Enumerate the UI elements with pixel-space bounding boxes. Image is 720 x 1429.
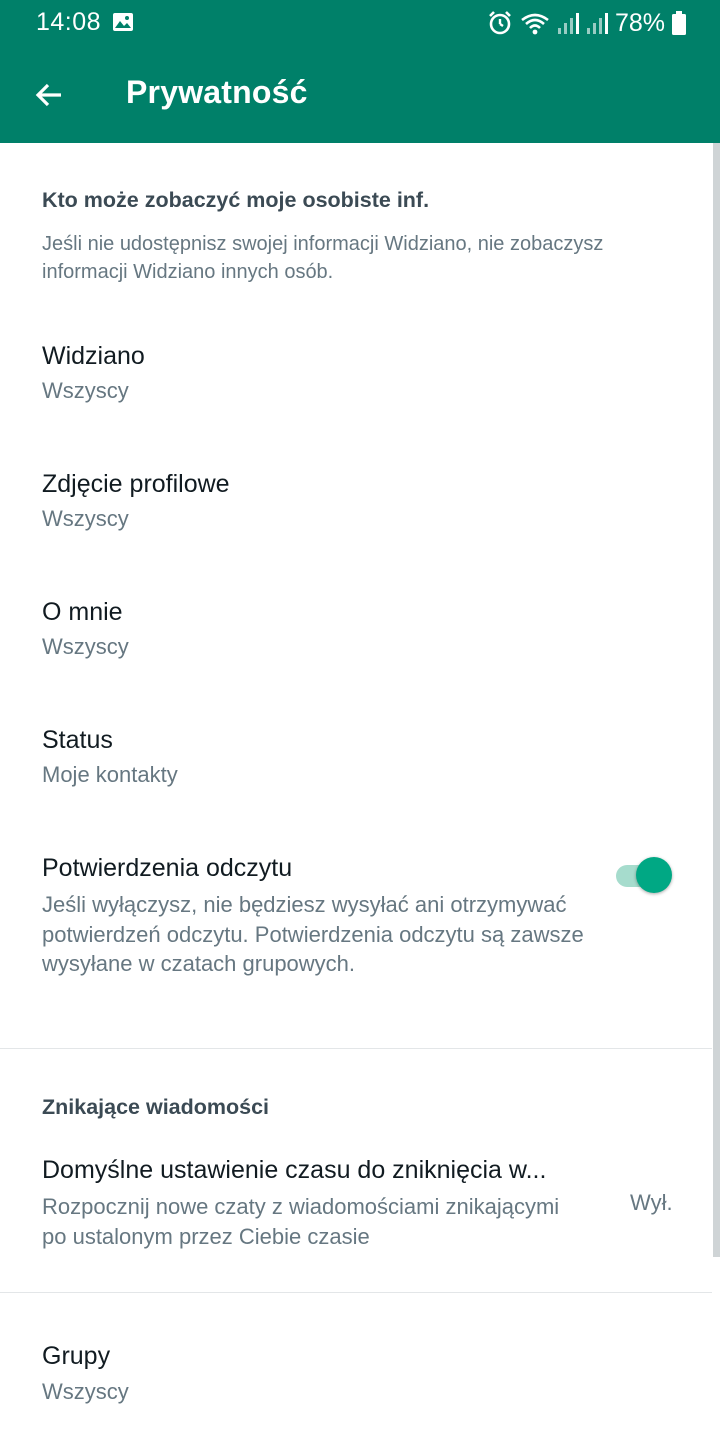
battery-percent: 78% bbox=[614, 8, 665, 37]
setting-title: Zdjęcie profilowe bbox=[42, 470, 230, 498]
setting-value: Wszyscy bbox=[42, 506, 129, 531]
back-button[interactable] bbox=[22, 68, 76, 122]
page-title: Prywatność bbox=[126, 74, 308, 110]
setting-status[interactable]: Status Moje kontakty bbox=[0, 704, 712, 814]
setting-value: Wszyscy bbox=[42, 378, 129, 403]
signal-icon bbox=[586, 13, 608, 34]
setting-description: Rozpocznij nowe czaty z wiadomościami zn… bbox=[42, 1194, 560, 1249]
setting-value: Moje kontakty bbox=[42, 762, 178, 787]
setting-profile-photo[interactable]: Zdjęcie profilowe Wszyscy bbox=[0, 448, 712, 558]
toggle-thumb bbox=[636, 857, 672, 893]
setting-title: Status bbox=[42, 726, 113, 754]
arrow-left-icon bbox=[35, 83, 61, 107]
setting-about[interactable]: O mnie Wszyscy bbox=[0, 576, 712, 686]
status-time: 14:08 bbox=[36, 8, 102, 36]
setting-title: Potwierdzenia odczytu bbox=[42, 854, 293, 882]
setting-description: Jeśli wyłączysz, nie będziesz wysyłać an… bbox=[42, 892, 584, 976]
setting-value: Wszyscy bbox=[42, 634, 129, 659]
divider bbox=[0, 1048, 712, 1049]
status-icons: 78% bbox=[487, 8, 686, 38]
app-bar: Prywatność bbox=[0, 46, 720, 143]
default-timer-value: Wył. bbox=[630, 1190, 673, 1215]
setting-groups[interactable]: Grupy Wszyscy bbox=[0, 1322, 712, 1422]
setting-value: Wszyscy bbox=[42, 1379, 129, 1404]
setting-read-receipts[interactable]: Potwierdzenia odczytu Jeśli wyłączysz, n… bbox=[0, 832, 712, 1032]
gallery-icon bbox=[113, 13, 133, 31]
setting-title: Widziano bbox=[42, 342, 145, 370]
setting-title: O mnie bbox=[42, 598, 123, 626]
scrollbar[interactable] bbox=[713, 143, 720, 1257]
signal-icon bbox=[557, 13, 579, 34]
section-header-personal-info: Kto może zobaczyć moje osobiste inf. bbox=[42, 188, 430, 212]
section-description-last-seen: Jeśli nie udostępnisz swojej informacji … bbox=[42, 233, 604, 283]
section-header-disappearing-messages: Znikające wiadomości bbox=[42, 1095, 270, 1119]
status-bar: 14:08 78% bbox=[0, 0, 720, 46]
read-receipts-toggle[interactable] bbox=[612, 855, 674, 895]
setting-title: Domyślne ustawienie czasu do zniknięcia … bbox=[42, 1156, 547, 1184]
alarm-icon bbox=[489, 11, 511, 35]
setting-last-seen[interactable]: Widziano Wszyscy bbox=[0, 320, 712, 430]
setting-title: Grupy bbox=[42, 1342, 111, 1370]
divider bbox=[0, 1292, 712, 1293]
setting-default-message-timer[interactable]: Domyślne ustawienie czasu do zniknięcia … bbox=[0, 1138, 712, 1268]
wifi-icon bbox=[521, 13, 549, 35]
battery-icon bbox=[672, 11, 686, 35]
